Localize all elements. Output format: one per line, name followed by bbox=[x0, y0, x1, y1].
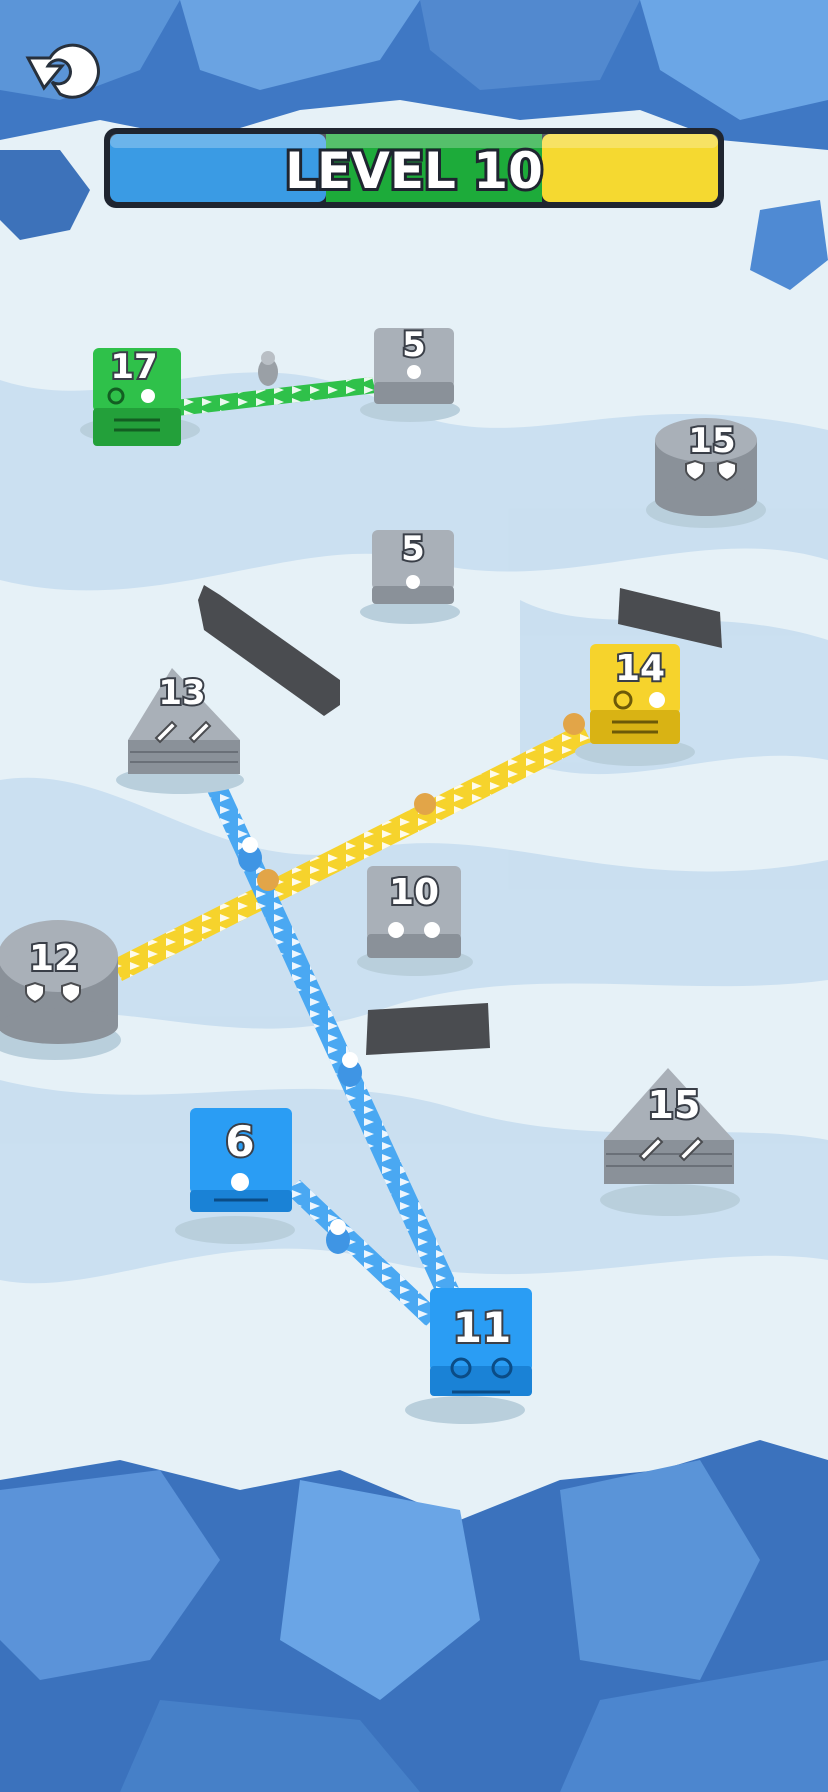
building-count: 17 bbox=[110, 347, 157, 387]
building-count: 11 bbox=[453, 1303, 511, 1352]
building-count: 6 bbox=[225, 1117, 254, 1166]
building-count: 5 bbox=[402, 325, 426, 365]
building-count: 10 bbox=[389, 872, 439, 913]
building-blue-6[interactable]: 6 bbox=[175, 1108, 295, 1244]
building-yellow-14[interactable]: 14 bbox=[575, 644, 695, 766]
level-progress-bar: LEVEL 10 bbox=[104, 128, 724, 208]
building-count: 14 bbox=[615, 648, 665, 689]
building-neutral-15-cylinder[interactable]: 15 bbox=[646, 418, 766, 528]
building-count: 15 bbox=[688, 421, 735, 461]
building-count: 15 bbox=[648, 1083, 701, 1127]
building-neutral-12-cylinder[interactable]: 12 bbox=[0, 920, 121, 1060]
building-neutral-5-mid[interactable]: 5 bbox=[360, 527, 460, 624]
building-count: 12 bbox=[29, 938, 79, 979]
building-count: 13 bbox=[158, 673, 205, 713]
game-scene: 17 5 15 5 14 13 10 12 15 6 11 LEVEL 10 bbox=[0, 0, 828, 1792]
level-label: LEVEL 10 bbox=[285, 142, 543, 200]
building-neutral-5-top[interactable]: 5 bbox=[360, 323, 460, 422]
building-count: 5 bbox=[401, 529, 425, 569]
building-neutral-10[interactable]: 10 bbox=[357, 866, 473, 976]
restart-button[interactable] bbox=[22, 28, 110, 116]
